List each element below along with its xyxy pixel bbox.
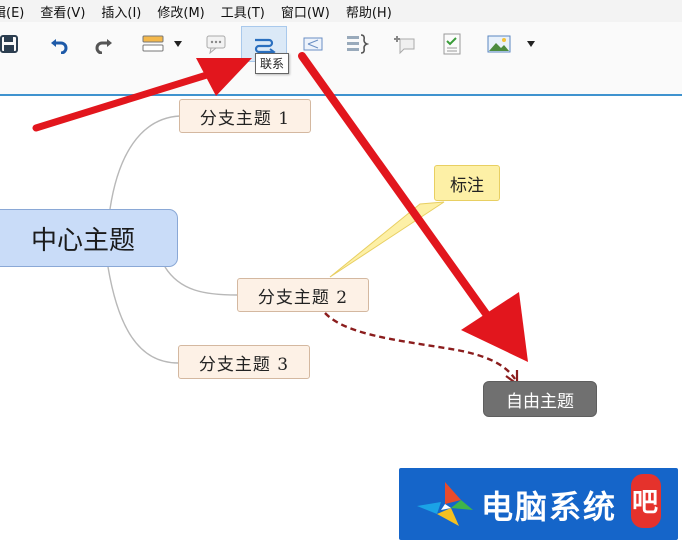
boundary-button[interactable]	[298, 30, 328, 58]
menu-window[interactable]: 窗口(W)	[273, 2, 338, 21]
undo-icon	[51, 39, 68, 54]
menu-tools[interactable]: 工具(T)	[213, 2, 273, 21]
branch-topic-2[interactable]: 分支主题 2	[237, 278, 369, 312]
menu-modify[interactable]: 修改(M)	[149, 2, 212, 21]
relationship-icon	[254, 38, 276, 55]
floating-topic[interactable]: 自由主题	[483, 381, 597, 417]
undo-button[interactable]	[44, 30, 74, 58]
redo-icon	[95, 39, 112, 54]
branch-topic-3[interactable]: 分支主题 3	[178, 345, 310, 379]
label-icon	[394, 36, 415, 55]
menu-insert[interactable]: 插入(I)	[93, 2, 149, 21]
watermark-text: 电脑系统	[481, 488, 618, 526]
summary-button[interactable]	[342, 30, 372, 58]
dropdown-arrow-icon	[174, 41, 182, 47]
dropdown-arrow-icon	[527, 41, 535, 47]
menu-view[interactable]: 查看(V)	[32, 2, 93, 21]
central-topic[interactable]: 中心主题	[0, 209, 178, 267]
callout-icon	[206, 35, 226, 54]
watermark-badge: 吧	[631, 474, 661, 528]
image-button[interactable]	[484, 30, 514, 58]
topic-icon	[142, 35, 164, 52]
relationship-tooltip: 联系	[255, 53, 290, 74]
redo-button[interactable]	[89, 30, 119, 58]
summary-icon	[347, 34, 369, 54]
save-button[interactable]	[0, 30, 24, 58]
boundary-icon	[303, 37, 323, 51]
topic-dropdown-button[interactable]	[170, 30, 186, 58]
image-dropdown-button[interactable]	[523, 30, 539, 58]
menu-edit[interactable]: 辑(E)	[0, 2, 32, 21]
topic-button[interactable]	[138, 30, 168, 58]
task-button[interactable]	[437, 30, 467, 58]
menu-bar: 辑(E) 查看(V) 插入(I) 修改(M) 工具(T) 窗口(W) 帮助(H)	[0, 0, 682, 23]
menu-help[interactable]: 帮助(H)	[338, 2, 400, 21]
callout-topic[interactable]: 标注	[434, 165, 500, 201]
save-icon	[0, 35, 18, 53]
task-icon	[443, 33, 461, 55]
windows-logo-icon	[417, 482, 473, 526]
image-icon	[487, 35, 511, 53]
callout-button[interactable]	[201, 30, 231, 58]
watermark-banner: 电脑系统 吧	[399, 468, 678, 540]
branch-topic-1[interactable]: 分支主题 1	[179, 99, 311, 133]
label-button[interactable]	[390, 30, 420, 58]
watermark-badge-text: 吧	[632, 488, 659, 518]
toolbar	[0, 22, 682, 94]
